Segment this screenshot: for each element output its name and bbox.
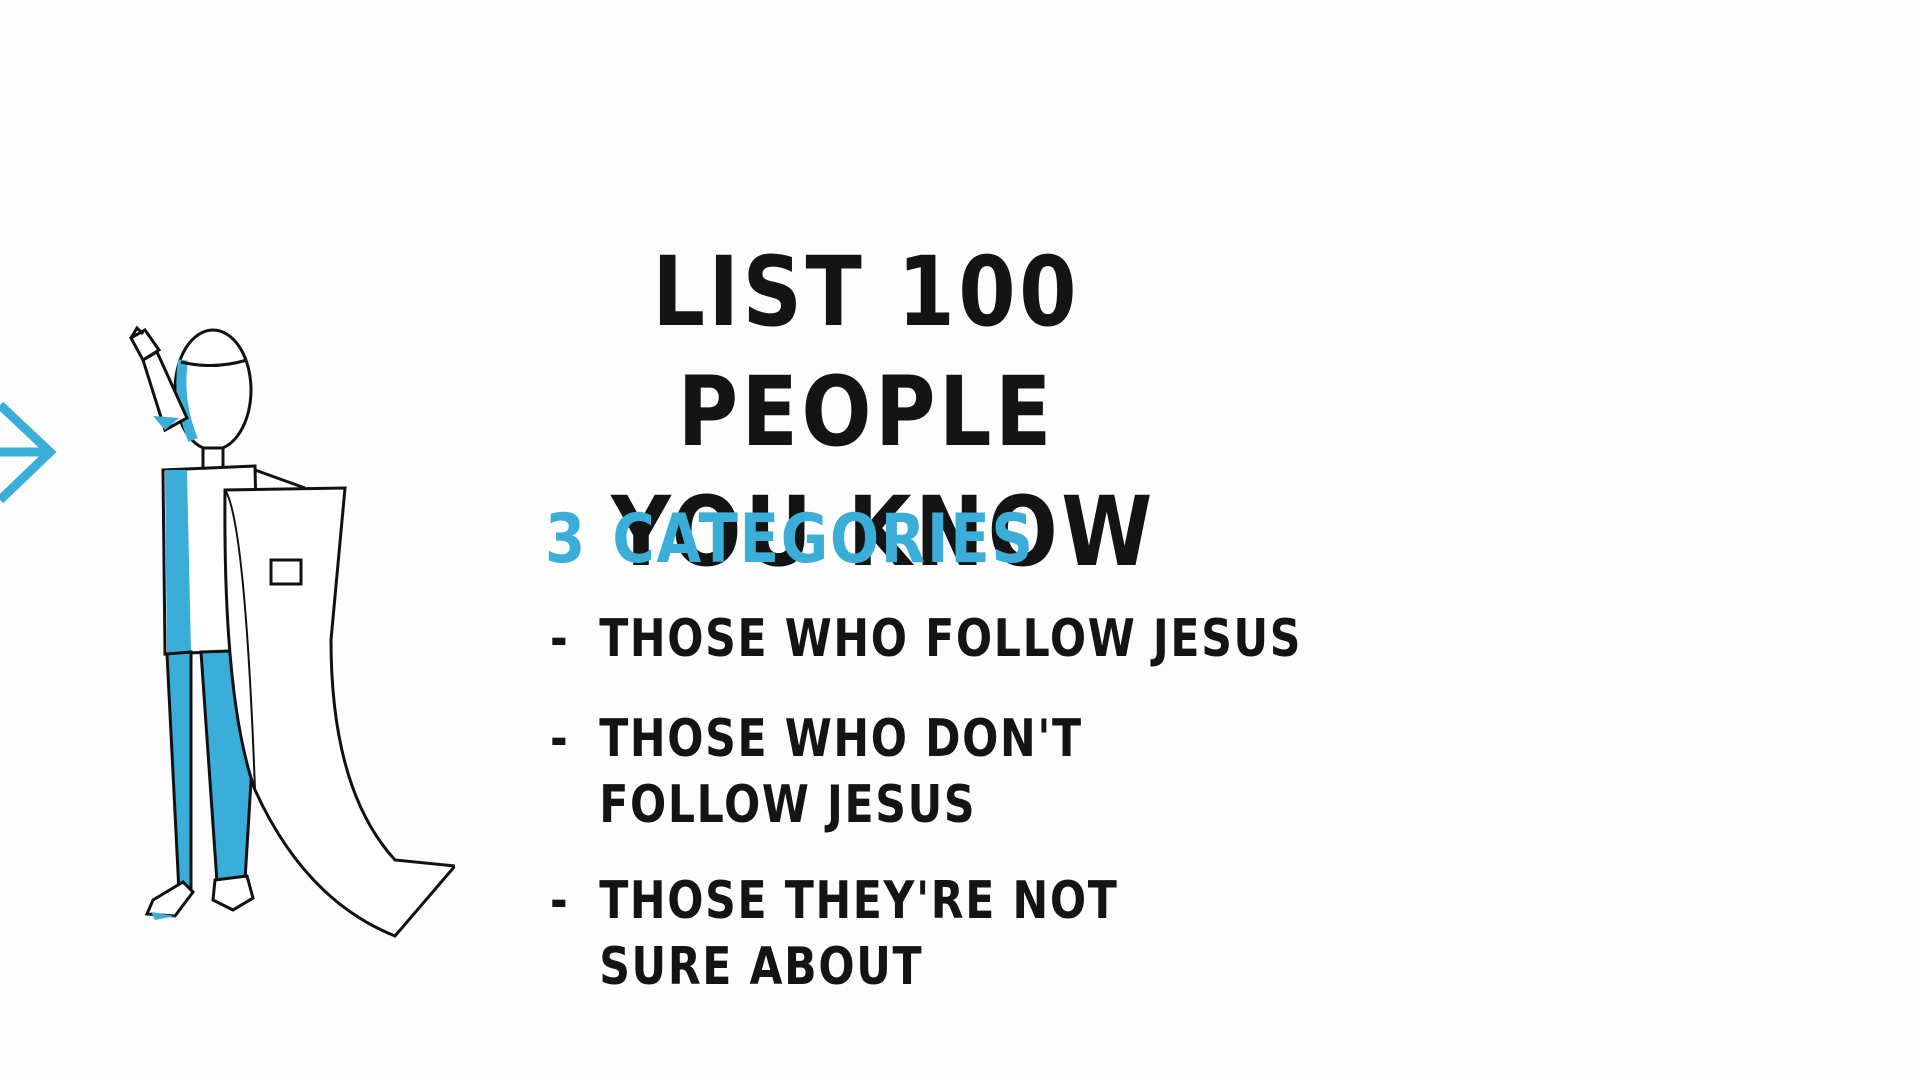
categories-heading: 3 CATEGORIES xyxy=(545,500,1035,579)
category-text-line: SURE ABOUT xyxy=(599,937,924,997)
category-text-line: FOLLOW JESUS xyxy=(599,775,977,835)
category-item-dont-follow: - THOSE WHO DON'T FOLLOW JESUS xyxy=(550,706,1083,838)
bullet-dash: - xyxy=(550,709,570,769)
bullet-dash: - xyxy=(550,871,570,931)
category-text-line: THOSE WHO DON'T xyxy=(599,709,1083,769)
categories-label: CATEGORIES xyxy=(612,500,1035,579)
bullet-dash: - xyxy=(550,609,570,669)
title-line-1: LIST 100 PEOPLE xyxy=(652,236,1081,468)
category-item-follow: - THOSE WHO FOLLOW JESUS xyxy=(550,606,1302,672)
category-text-line: THOSE WHO FOLLOW JESUS xyxy=(599,609,1303,669)
category-item-not-sure: - THOSE THEY'RE NOT SURE ABOUT xyxy=(550,868,1118,1000)
arrow-right-icon xyxy=(0,401,57,504)
category-text-line: THOSE THEY'RE NOT xyxy=(599,871,1119,931)
slide-canvas: LIST 100 PEOPLE YOU KNOW 3 CATEGORIES - TH… xyxy=(0,0,1920,1080)
person-holding-long-list-icon xyxy=(128,325,455,938)
categories-count: 3 xyxy=(545,500,587,579)
